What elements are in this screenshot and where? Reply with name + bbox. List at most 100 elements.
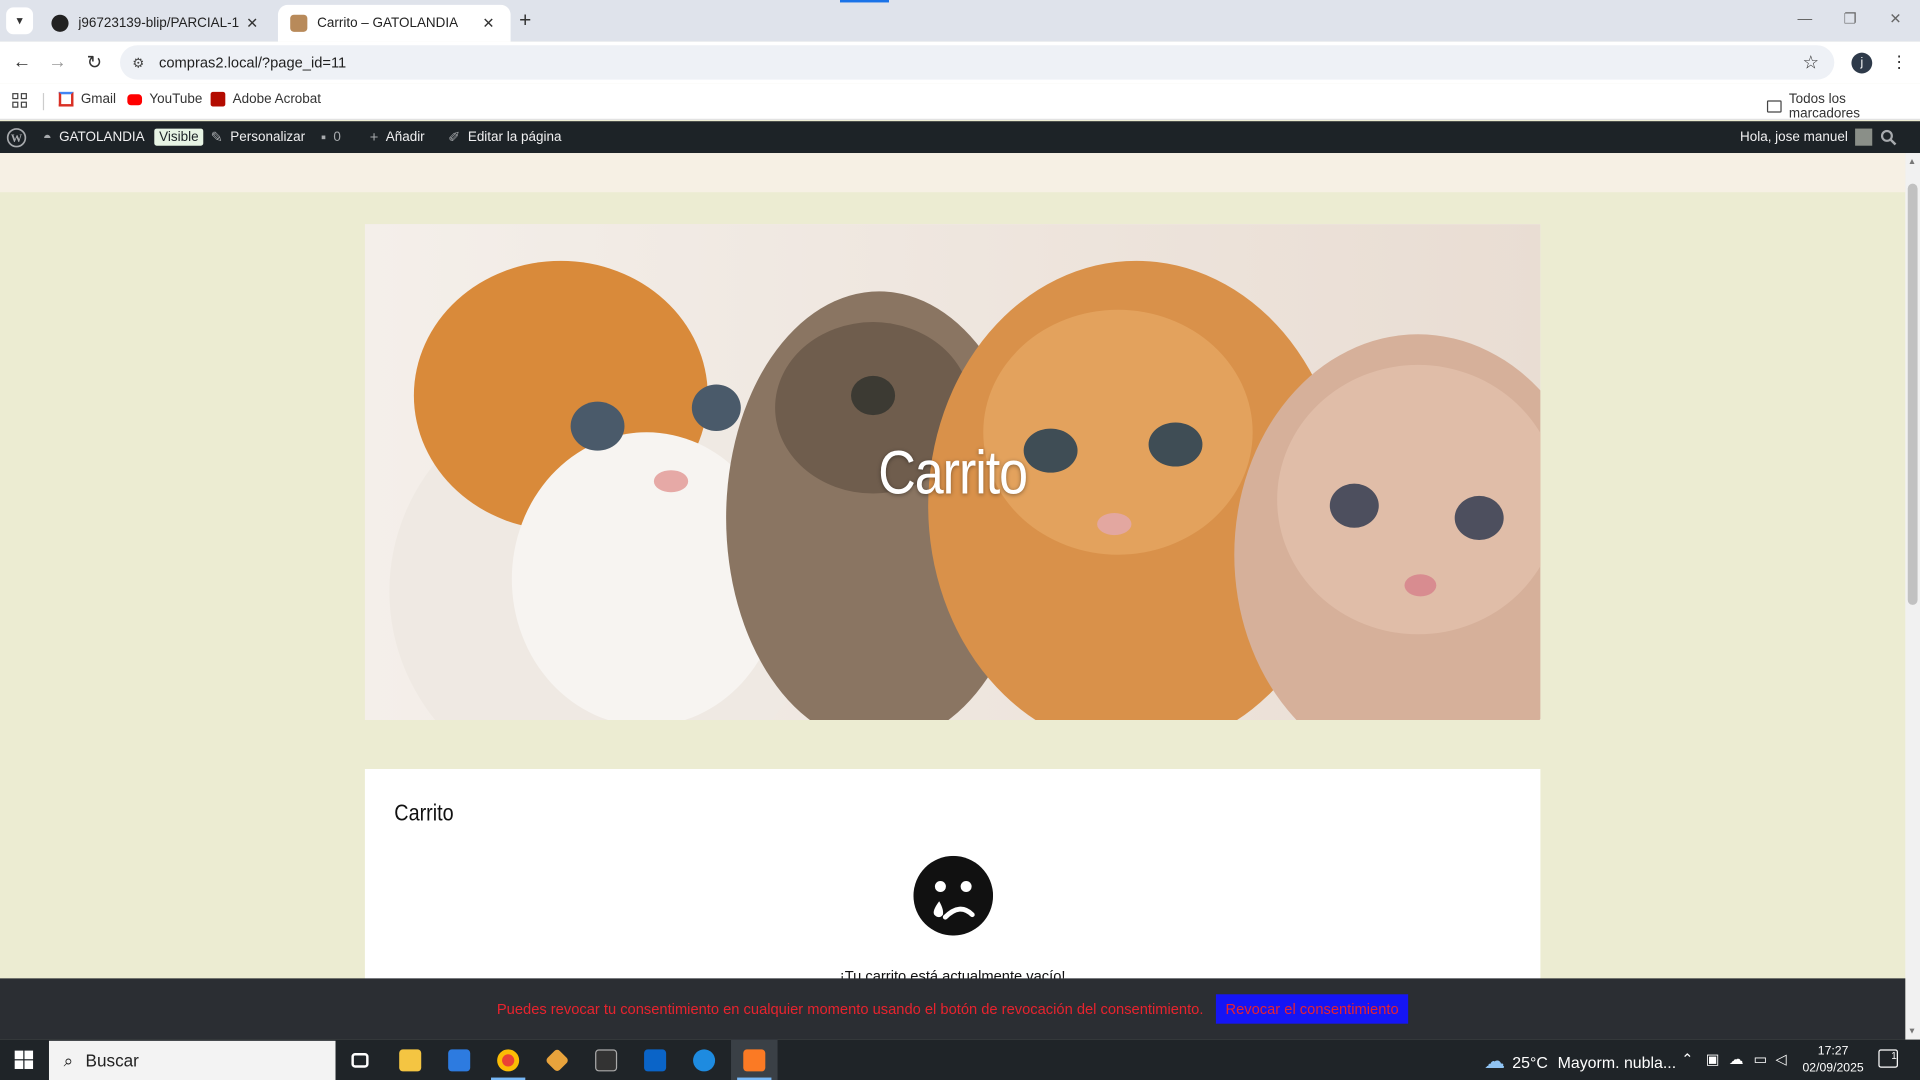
weather-desc: Mayorm. nubla... — [1557, 1052, 1677, 1071]
visibility-label: Visible — [154, 128, 204, 146]
hero-banner: Carrito — [364, 224, 1541, 721]
admin-user-account[interactable]: Hola, jose manuel — [1740, 121, 1873, 153]
page-title: Carrito — [394, 800, 454, 827]
header-band — [0, 153, 1906, 193]
restore-icon[interactable]: ❐ — [1838, 10, 1862, 27]
profile-avatar[interactable]: j — [1851, 52, 1873, 74]
youtube-icon — [127, 93, 143, 105]
consent-banner: Puedes revocar tu consentimiento en cual… — [0, 978, 1906, 1040]
svg-text:W: W — [11, 132, 23, 144]
bookmark-star-icon[interactable]: ☆ — [1802, 51, 1818, 74]
add-new-label: Añadir — [385, 129, 425, 145]
system-clock[interactable]: 17:27 02/09/2025 — [1802, 1043, 1863, 1077]
bookmark-youtube[interactable]: YouTube — [127, 92, 202, 107]
url-text: compras2.local/?page_id=11 — [159, 53, 347, 72]
browser-menu-icon[interactable]: ⋮ — [1891, 51, 1908, 72]
outlook-icon[interactable] — [639, 1044, 671, 1076]
admin-site-name[interactable]: ◓ GATOLANDIA — [43, 121, 145, 153]
admin-comments[interactable]: ▪ 0 — [321, 121, 341, 153]
bookmark-label: YouTube — [149, 91, 203, 107]
bookmarks-divider — [42, 93, 45, 111]
cart-content: Carrito ¡Tu carrito está actualmente vac… — [364, 768, 1541, 1014]
chrome-icon[interactable] — [492, 1044, 524, 1076]
weather-temp: 25°C — [1512, 1052, 1548, 1071]
minimize-icon[interactable]: — — [1793, 10, 1817, 27]
consent-message: Puedes revocar tu consentimiento en cual… — [496, 1000, 1204, 1018]
folder-icon — [1766, 100, 1782, 113]
tab-title: j96723139-blip/PARCIAL-1 — [78, 15, 240, 31]
store-icon[interactable] — [443, 1044, 475, 1076]
avatar — [1855, 128, 1873, 146]
windows-taskbar: ⌕ Buscar ☁ 25°C Mayorm. nubla... ⌃ ▣ ☁ ▭… — [0, 1039, 1920, 1080]
cat-favicon-icon — [290, 14, 308, 32]
revoke-consent-button[interactable]: Revocar el consentimiento — [1215, 994, 1409, 1024]
new-tab-icon[interactable]: + — [519, 9, 531, 33]
file-explorer-icon[interactable] — [394, 1044, 426, 1076]
bookmark-label: Adobe Acrobat — [232, 91, 322, 107]
wordpress-logo-icon[interactable]: W — [6, 121, 27, 153]
clock-time: 17:27 — [1817, 1044, 1849, 1058]
search-icon: ⌕ — [63, 1050, 74, 1070]
taskbar-search[interactable]: ⌕ Buscar — [48, 1040, 336, 1080]
wp-admin-bar: W ◓ GATOLANDIA Visible ✎ Personalizar ▪ … — [0, 121, 1920, 154]
admin-search-icon[interactable] — [1880, 121, 1897, 153]
github-icon — [51, 14, 69, 32]
browser-toolbar: ← → ↻ ⚙ compras2.local/?page_id=11 ☆ j ⋮ — [0, 41, 1920, 84]
all-bookmarks-label: Todos los marcadores — [1788, 91, 1861, 122]
weather-widget[interactable]: ☁ 25°C Mayorm. nubla... — [1484, 1049, 1676, 1073]
edge-icon[interactable] — [688, 1044, 720, 1076]
bookmark-gmail[interactable]: Gmail — [58, 91, 117, 107]
plus-icon: + — [369, 128, 379, 146]
scroll-thumb[interactable] — [1907, 183, 1918, 605]
tab-close-icon[interactable]: ✕ — [479, 15, 499, 32]
reload-icon[interactable]: ↻ — [83, 51, 105, 74]
git-icon[interactable] — [541, 1044, 573, 1076]
browser-tab-strip: ▾ j96723139-blip/PARCIAL-1 ✕ Carrito – G… — [0, 0, 1920, 42]
cloud-icon: ☁ — [1484, 1049, 1505, 1073]
volume-icon[interactable]: ◁ — [1776, 1051, 1787, 1068]
network-icon[interactable]: ▭ — [1753, 1051, 1767, 1068]
back-icon[interactable]: ← — [11, 51, 33, 72]
customize-label: Personalizar — [230, 129, 306, 145]
chevron-up-icon[interactable]: ⌃ — [1681, 1051, 1693, 1068]
bookmark-label: Gmail — [80, 91, 117, 107]
acrobat-icon — [210, 91, 226, 107]
window-close-icon[interactable]: ✕ — [1883, 10, 1907, 27]
scroll-up-icon[interactable]: ▲ — [1908, 158, 1916, 167]
scroll-down-icon[interactable]: ▼ — [1908, 1027, 1916, 1036]
comments-count: 0 — [333, 129, 341, 145]
tab-github[interactable]: j96723139-blip/PARCIAL-1 ✕ — [39, 5, 274, 42]
terminal-icon[interactable] — [590, 1044, 622, 1076]
tab-carrito[interactable]: Carrito – GATOLANDIA ✕ — [277, 4, 511, 42]
edit-page-label: Editar la página — [467, 129, 562, 145]
admin-customize[interactable]: ✎ Personalizar — [211, 121, 306, 153]
sad-face-icon — [913, 855, 994, 936]
page-scrollbar[interactable]: ▲ ▼ — [1905, 153, 1920, 1040]
site-info-icon[interactable]: ⚙ — [132, 54, 144, 71]
xampp-icon[interactable] — [738, 1044, 770, 1076]
taskbar-search-placeholder: Buscar — [85, 1050, 139, 1071]
clock-date: 02/09/2025 — [1802, 1061, 1864, 1076]
tab-loading-indicator — [840, 0, 889, 3]
forward-icon[interactable]: → — [47, 51, 69, 72]
bookmark-acrobat[interactable]: Adobe Acrobat — [210, 91, 322, 107]
gmail-icon — [58, 91, 74, 107]
notification-center-icon[interactable]: 1 — [1878, 1049, 1898, 1068]
paintbrush-icon: ✎ — [210, 128, 223, 146]
tab-search-dropdown-icon[interactable]: ▾ — [6, 7, 34, 35]
task-view-icon[interactable] — [344, 1044, 376, 1076]
all-bookmarks-folder[interactable]: Todos los marcadores — [1766, 91, 1920, 122]
tab-close-icon[interactable]: ✕ — [242, 15, 262, 32]
admin-edit-page[interactable]: ✐ Editar la página — [448, 121, 561, 153]
meet-now-icon[interactable]: ▣ — [1706, 1051, 1720, 1068]
admin-add-new[interactable]: + Añadir — [370, 121, 425, 153]
greeting-label: Hola, jose manuel — [1740, 129, 1848, 145]
tab-title: Carrito – GATOLANDIA — [317, 15, 459, 31]
visibility-badge[interactable]: Visible — [154, 121, 204, 153]
apps-grid-icon[interactable] — [12, 93, 27, 108]
windows-start-icon[interactable] — [14, 1050, 34, 1069]
onedrive-icon[interactable]: ☁ — [1729, 1051, 1744, 1068]
bookmarks-bar: Gmail YouTube Adobe Acrobat Todos los ma… — [0, 83, 1920, 122]
hero-title: Carrito — [878, 437, 1028, 507]
address-bar[interactable]: ⚙ compras2.local/?page_id=11 — [120, 45, 1835, 80]
